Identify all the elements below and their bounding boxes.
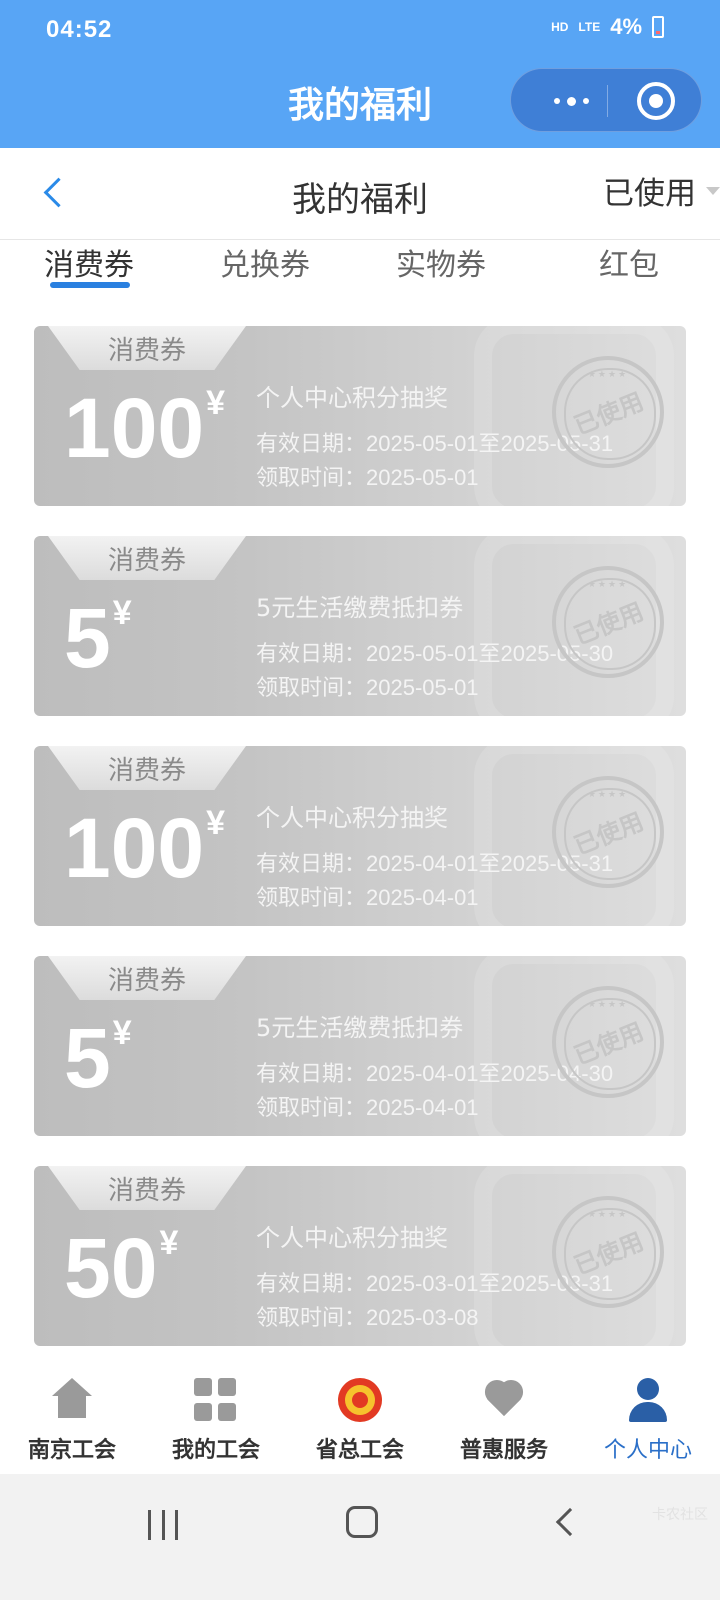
recent-apps-button[interactable] xyxy=(148,1510,178,1540)
status-indicators: HD LTE 4% xyxy=(551,14,664,40)
status-time: 04:52 xyxy=(46,16,113,43)
tab-physical[interactable]: 实物券 xyxy=(366,240,516,284)
coupon-received-time: 领取时间：2025-04-01 xyxy=(256,1095,479,1120)
used-stamp-icon: ★★★★ 已使用 xyxy=(552,776,664,888)
nav-item-label: 省总工会 xyxy=(315,1438,404,1463)
coupon-list: 消费券 100 ¥ 个人中心积分抽奖 有效日期：2025-05-01至2025-… xyxy=(34,326,686,1376)
coupon-amount-value: 100 xyxy=(64,801,205,895)
heart-icon xyxy=(482,1378,526,1422)
coupon-amount-value: 100 xyxy=(64,381,205,475)
coupon-card[interactable]: 消费券 50 ¥ 个人中心积分抽奖 有效日期：2025-03-01至2025-0… xyxy=(34,1166,686,1346)
system-navigation-bar: 卡农社区 xyxy=(0,1474,720,1600)
grid-icon xyxy=(194,1378,238,1422)
home-button[interactable] xyxy=(346,1506,378,1538)
coupon-type-label: 消费券 xyxy=(107,546,186,576)
nav-item-label: 我的工会 xyxy=(171,1438,260,1463)
nav-item-label: 普惠服务 xyxy=(459,1438,548,1463)
status-filter-dropdown[interactable]: 已使用 xyxy=(603,168,720,213)
used-stamp-icon: ★★★★ 已使用 xyxy=(552,1196,664,1308)
coupon-amount: 100 ¥ xyxy=(64,378,225,478)
nav-item-label: 个人中心 xyxy=(603,1438,692,1463)
coupon-received-time: 领取时间：2025-04-01 xyxy=(256,885,479,910)
coupon-card[interactable]: 消费券 100 ¥ 个人中心积分抽奖 有效日期：2025-04-01至2025-… xyxy=(34,746,686,926)
used-stamp-icon: ★★★★ 已使用 xyxy=(552,566,664,678)
system-back-button[interactable] xyxy=(555,1507,585,1537)
coupon-type-label: 消费券 xyxy=(107,966,186,996)
coupon-name: 5元生活缴费抵扣券 xyxy=(256,594,464,622)
currency-symbol: ¥ xyxy=(112,1014,132,1052)
top-bar: 04:52 HD LTE 4% 我的福利 xyxy=(0,0,720,148)
watermark: 卡农社区 xyxy=(652,1507,708,1523)
used-stamp-label: 已使用 xyxy=(570,1227,648,1281)
currency-symbol: ¥ xyxy=(112,594,132,632)
coupon-name: 个人中心积分抽奖 xyxy=(256,1224,448,1252)
coupon-amount-value: 5 xyxy=(64,591,111,685)
coupon-name: 5元生活缴费抵扣券 xyxy=(256,1014,464,1042)
battery-percent: 4% xyxy=(610,14,642,39)
coupon-amount-value: 5 xyxy=(64,1011,111,1105)
miniprogram-capsule xyxy=(510,68,702,132)
hd-indicator: HD xyxy=(551,20,569,34)
tab-red-packet[interactable]: 红包 xyxy=(554,240,704,284)
coupon-amount-value: 50 xyxy=(64,1221,158,1315)
nav-item-personal-center[interactable]: 个人中心 xyxy=(576,1366,720,1474)
coupon-type-tag: 消费券 xyxy=(48,326,246,370)
page-header: 我的福利 已使用 xyxy=(0,148,720,240)
coupon-type-label: 消费券 xyxy=(107,1176,186,1206)
used-stamp-icon: ★★★★ 已使用 xyxy=(552,986,664,1098)
currency-symbol: ¥ xyxy=(159,1224,179,1262)
home-icon xyxy=(50,1378,94,1422)
tab-exchange[interactable]: 兑换券 xyxy=(190,240,340,284)
close-miniprogram-icon[interactable] xyxy=(637,82,675,120)
coupon-type-label: 消费券 xyxy=(107,756,186,786)
nav-item-nanjing-union[interactable]: 南京工会 xyxy=(0,1366,144,1474)
coupon-amount: 50 ¥ xyxy=(64,1218,178,1318)
coupon-name: 个人中心积分抽奖 xyxy=(256,804,448,832)
used-stamp-label: 已使用 xyxy=(570,1017,648,1071)
nav-item-benefit-services[interactable]: 普惠服务 xyxy=(432,1366,576,1474)
status-filter-label: 已使用 xyxy=(603,176,696,212)
coupon-received-time: 领取时间：2025-05-01 xyxy=(256,675,479,700)
more-menu-icon[interactable] xyxy=(541,83,601,119)
used-stamp-icon: ★★★★ 已使用 xyxy=(552,356,664,468)
person-icon xyxy=(626,1378,670,1422)
coupon-name: 个人中心积分抽奖 xyxy=(256,384,448,412)
lte-indicator: LTE xyxy=(578,20,601,34)
active-tab-indicator xyxy=(50,282,130,288)
dropdown-caret-icon xyxy=(706,186,720,195)
coupon-card[interactable]: 消费券 5 ¥ 5元生活缴费抵扣券 有效日期：2025-05-01至2025-0… xyxy=(34,536,686,716)
nav-item-provincial-union[interactable]: 省总工会 xyxy=(288,1366,432,1474)
battery-icon xyxy=(652,16,664,38)
coupon-type-tag: 消费券 xyxy=(48,956,246,1000)
coupon-card[interactable]: 消费券 5 ¥ 5元生活缴费抵扣券 有效日期：2025-04-01至2025-0… xyxy=(34,956,686,1136)
coupon-type-tag: 消费券 xyxy=(48,746,246,790)
nav-item-my-union[interactable]: 我的工会 xyxy=(144,1366,288,1474)
coupon-card[interactable]: 消费券 100 ¥ 个人中心积分抽奖 有效日期：2025-05-01至2025-… xyxy=(34,326,686,506)
nav-item-label: 南京工会 xyxy=(27,1438,116,1463)
coupon-type-tag: 消费券 xyxy=(48,536,246,580)
bottom-navigation: 南京工会 我的工会 省总工会 普惠服务 个人中心 xyxy=(0,1366,720,1474)
coupon-amount: 5 ¥ xyxy=(64,588,132,688)
used-stamp-label: 已使用 xyxy=(570,597,648,651)
currency-symbol: ¥ xyxy=(206,384,226,422)
coupon-type-label: 消费券 xyxy=(107,336,186,366)
capsule-divider xyxy=(607,85,608,117)
coupon-received-time: 领取时间：2025-05-01 xyxy=(256,465,479,490)
coupon-type-tag: 消费券 xyxy=(48,1166,246,1210)
used-stamp-label: 已使用 xyxy=(570,807,648,861)
coupon-amount: 5 ¥ xyxy=(64,1008,132,1108)
coupon-received-time: 领取时间：2025-03-08 xyxy=(256,1305,479,1330)
currency-symbol: ¥ xyxy=(206,804,226,842)
tab-consumption[interactable]: 消费券 xyxy=(14,240,164,284)
union-emblem-icon xyxy=(338,1378,382,1422)
used-stamp-label: 已使用 xyxy=(570,387,648,441)
coupon-amount: 100 ¥ xyxy=(64,798,225,898)
